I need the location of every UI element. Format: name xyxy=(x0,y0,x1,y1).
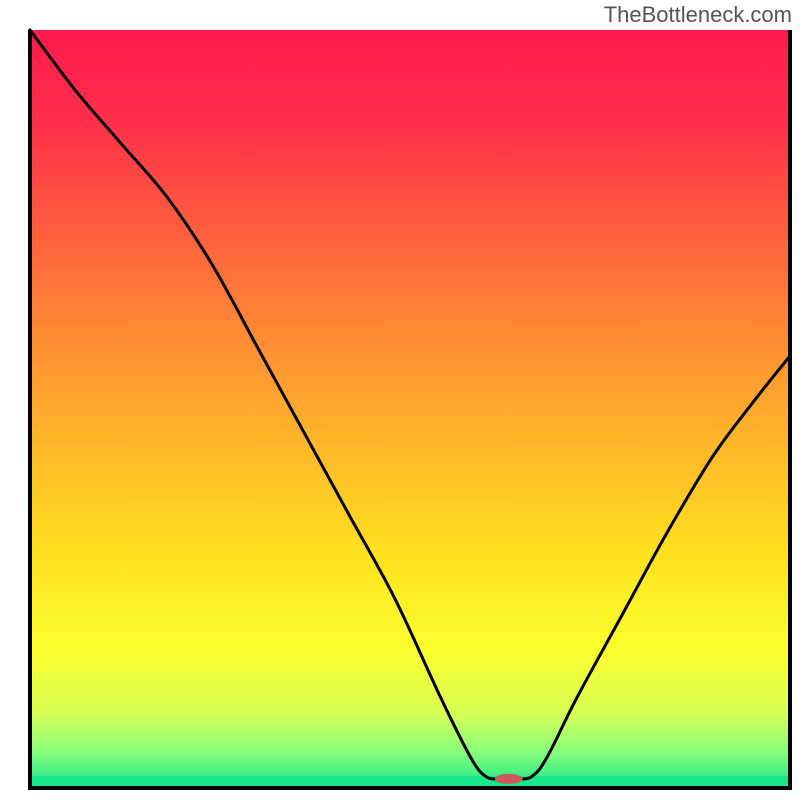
chart-container: TheBottleneck.com xyxy=(0,0,800,800)
gradient-background xyxy=(30,30,790,788)
bottleneck-chart xyxy=(0,0,800,800)
optimal-marker xyxy=(495,774,523,784)
watermark-text: TheBottleneck.com xyxy=(604,2,792,28)
